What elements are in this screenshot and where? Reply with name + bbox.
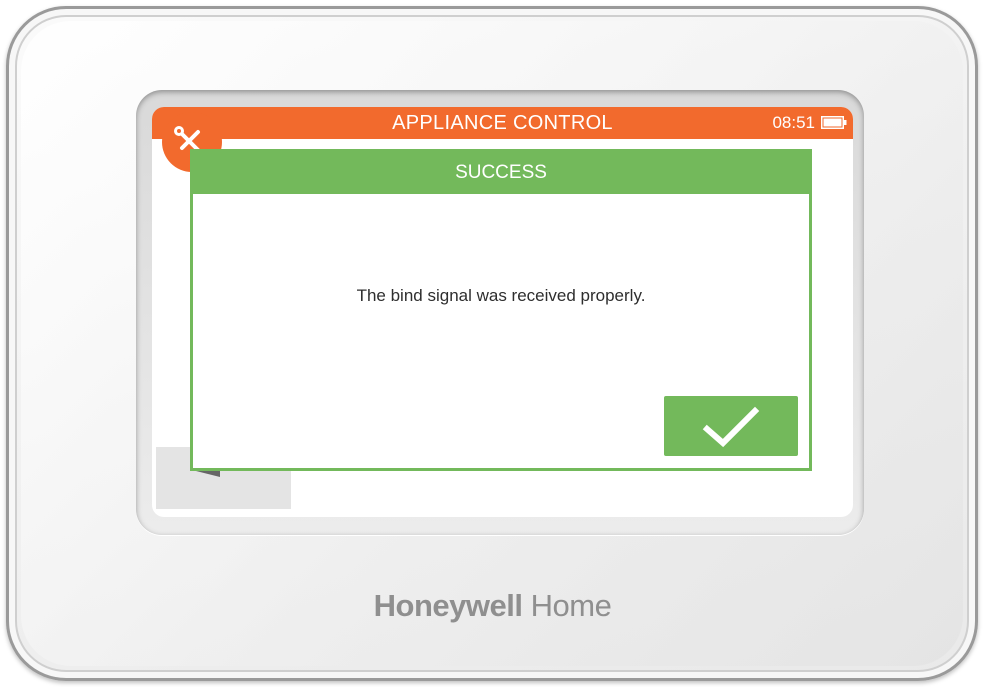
dialog-title: SUCCESS (193, 152, 809, 194)
touch-screen: APPLIANCE CONTROL 08:51 SUCCESS The bind… (152, 107, 853, 517)
brand-name-light: Home (522, 588, 612, 623)
checkmark-icon (702, 406, 760, 448)
success-dialog: SUCCESS The bind signal was received pro… (190, 149, 812, 471)
brand-name-bold: Honeywell (373, 588, 523, 623)
title-bar: APPLIANCE CONTROL 08:51 (152, 107, 853, 139)
brand-logo: Honeywell Home (0, 588, 985, 624)
battery-icon (821, 116, 847, 129)
clock: 08:51 (772, 113, 815, 132)
page-title: APPLIANCE CONTROL (392, 112, 613, 134)
confirm-button[interactable] (664, 396, 798, 456)
dialog-message: The bind signal was received properly. (356, 286, 646, 305)
